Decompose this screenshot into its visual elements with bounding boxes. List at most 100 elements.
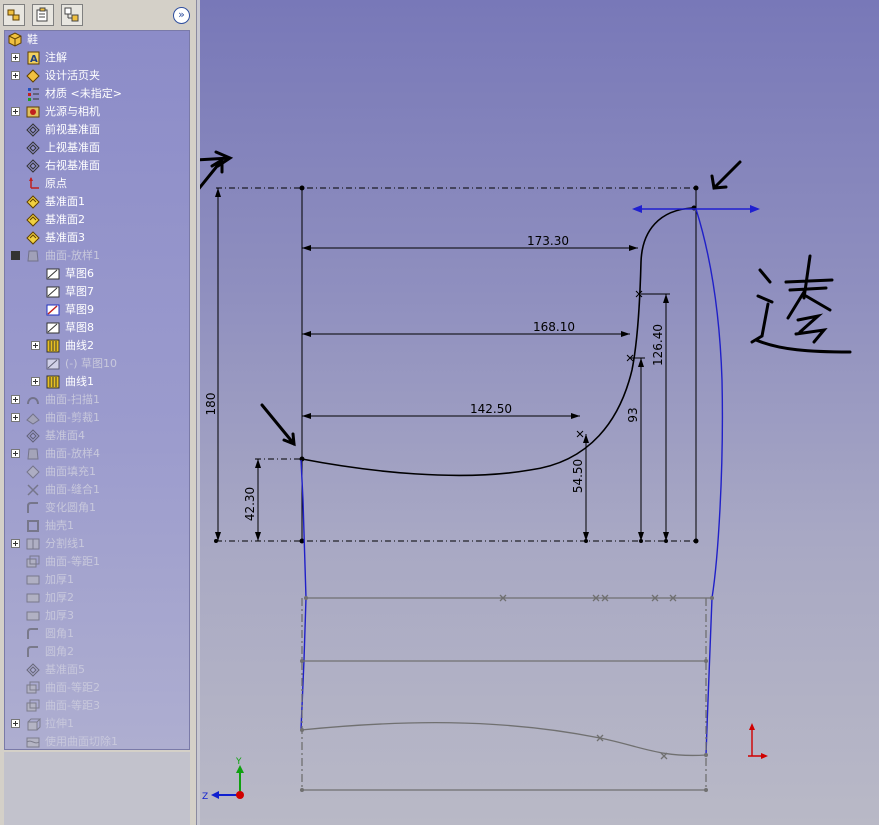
tree-item[interactable]: 草图7: [5, 283, 189, 301]
tree-item[interactable]: 基准面3: [5, 229, 189, 247]
tree-item-label: 变化圆角1: [45, 501, 96, 514]
tree-item[interactable]: 圆角2: [5, 643, 189, 661]
tree-item[interactable]: 曲面-等距3: [5, 697, 189, 715]
expand-toggle[interactable]: [11, 107, 20, 116]
dimension-180[interactable]: 180: [204, 393, 218, 416]
tree-item[interactable]: 基准面1: [5, 193, 189, 211]
tree-item-label: 曲线1: [65, 375, 94, 388]
tree-item[interactable]: 曲面填充1: [5, 463, 189, 481]
tree-item[interactable]: A 注解: [5, 49, 189, 67]
tree-item[interactable]: 加厚3: [5, 607, 189, 625]
tree-item[interactable]: 曲面-剪裁1: [5, 409, 189, 427]
tree-item[interactable]: 加厚2: [5, 589, 189, 607]
expand-toggle[interactable]: [11, 449, 20, 458]
tree-item[interactable]: 拉伸1: [5, 715, 189, 733]
expand-toggle[interactable]: [11, 413, 20, 422]
tree-item[interactable]: (-) 草图10: [5, 355, 189, 373]
tree-item[interactable]: 曲面-放样1: [5, 247, 189, 265]
dimension-extension-lines: [216, 187, 696, 542]
fillet-icon: [27, 646, 38, 657]
tree-item[interactable]: 上视基准面: [5, 139, 189, 157]
tree-item-label: 设计活页夹: [45, 69, 100, 82]
tree-item[interactable]: 基准面4: [5, 427, 189, 445]
tree-item[interactable]: 曲面-放样4: [5, 445, 189, 463]
tree-item[interactable]: 曲面-缝合1: [5, 481, 189, 499]
collapse-toggle[interactable]: [11, 251, 20, 260]
tree-item[interactable]: 草图9: [5, 301, 189, 319]
tree-item[interactable]: 抽壳1: [5, 517, 189, 535]
tree-item-label: 曲面-等距2: [45, 681, 100, 694]
tree-item[interactable]: 前视基准面: [5, 121, 189, 139]
dimension-42-30[interactable]: 42.30: [243, 487, 257, 521]
tree-item[interactable]: 曲线1: [5, 373, 189, 391]
feature-tree: 鞋 A 注解设计活页夹材质 <未指定> 光源与相机前视基准面 上视基准面 右视基准面原点…: [4, 30, 190, 750]
tree-item[interactable]: 变化圆角1: [5, 499, 189, 517]
tree-item-label: 光源与相机: [45, 105, 100, 118]
expand-toggle[interactable]: [11, 539, 20, 548]
tree-item[interactable]: 基准面5: [5, 661, 189, 679]
dimension-142-50[interactable]: 142.50: [470, 402, 512, 416]
view-orientation-triad: Y Z: [202, 757, 244, 802]
tree-item-label: 加厚3: [45, 609, 74, 622]
tree-item[interactable]: 曲面-等距2: [5, 679, 189, 697]
dimension-173-30[interactable]: 173.30: [527, 234, 569, 248]
dimension-168-10[interactable]: 168.10: [533, 320, 575, 334]
tree-item-label: 基准面1: [45, 195, 85, 208]
tree-item-label: 加厚1: [45, 573, 74, 586]
tree-root[interactable]: 鞋: [5, 31, 189, 49]
expand-toggle[interactable]: [11, 719, 20, 728]
expand-toggle[interactable]: [11, 53, 20, 62]
gray-reference-sketch: [300, 594, 712, 791]
sketch-canvas: 173.30 168.10 142.50 126.40 93 54.50 180…: [200, 150, 852, 802]
feature-tree-icon: [7, 9, 20, 21]
surface-knit-icon: [27, 484, 39, 496]
tree-root-label: 鞋: [27, 33, 38, 46]
collapse-panel-button[interactable]: »: [173, 7, 190, 24]
expand-toggle[interactable]: [31, 377, 40, 386]
tree-item[interactable]: 分割线1: [5, 535, 189, 553]
sketch-icon: [46, 322, 60, 334]
fillet-icon: [27, 502, 38, 513]
tab-property-manager[interactable]: [32, 4, 54, 26]
tree-item-label: (-) 草图10: [65, 357, 118, 370]
shell-icon: [27, 520, 39, 532]
tree-item[interactable]: 圆角1: [5, 625, 189, 643]
tree-item-label: 原点: [45, 177, 67, 190]
property-manager-icon: [36, 7, 48, 22]
sketch-active-icon: [46, 304, 60, 316]
tree-item[interactable]: 草图6: [5, 265, 189, 283]
tab-feature-manager[interactable]: [3, 4, 25, 26]
tree-item[interactable]: 右视基准面: [5, 157, 189, 175]
tree-item-label: 曲面-等距1: [45, 555, 100, 568]
tree-item[interactable]: 加厚1: [5, 571, 189, 589]
dimension-126-40[interactable]: 126.40: [651, 324, 665, 366]
dimension-54-50[interactable]: 54.50: [571, 459, 585, 493]
expand-toggle[interactable]: [11, 71, 20, 80]
tree-item[interactable]: 使用曲面切除1: [5, 733, 189, 751]
tab-configuration-manager[interactable]: [61, 4, 83, 26]
tree-item[interactable]: 基准面2: [5, 211, 189, 229]
surface-offset-icon: [26, 699, 40, 712]
tree-item[interactable]: 草图8: [5, 319, 189, 337]
sketch-icon: [46, 286, 60, 298]
gray-sketch-points: [300, 596, 714, 792]
curve-icon: [46, 375, 60, 389]
surface-cut-icon: [26, 737, 40, 748]
surface-offset-icon: [26, 555, 40, 568]
tree-item[interactable]: 曲面-扫描1: [5, 391, 189, 409]
thicken-icon: [26, 611, 40, 621]
graphics-area[interactable]: 173.30 168.10 142.50 126.40 93 54.50 180…: [200, 0, 879, 825]
tree-item[interactable]: 原点: [5, 175, 189, 193]
expand-toggle[interactable]: [11, 395, 20, 404]
tree-item[interactable]: 材质 <未指定>: [5, 85, 189, 103]
tree-item[interactable]: 光源与相机: [5, 103, 189, 121]
expand-toggle[interactable]: [31, 341, 40, 350]
plane-icon: [26, 123, 40, 137]
tree-item-label: 草图7: [65, 285, 94, 298]
dimension-93[interactable]: 93: [626, 407, 640, 422]
tree-item[interactable]: 曲面-等距1: [5, 553, 189, 571]
plane-icon: [26, 159, 40, 173]
handwritten-character: [750, 254, 852, 354]
tree-item[interactable]: 曲线2: [5, 337, 189, 355]
tree-item[interactable]: 设计活页夹: [5, 67, 189, 85]
